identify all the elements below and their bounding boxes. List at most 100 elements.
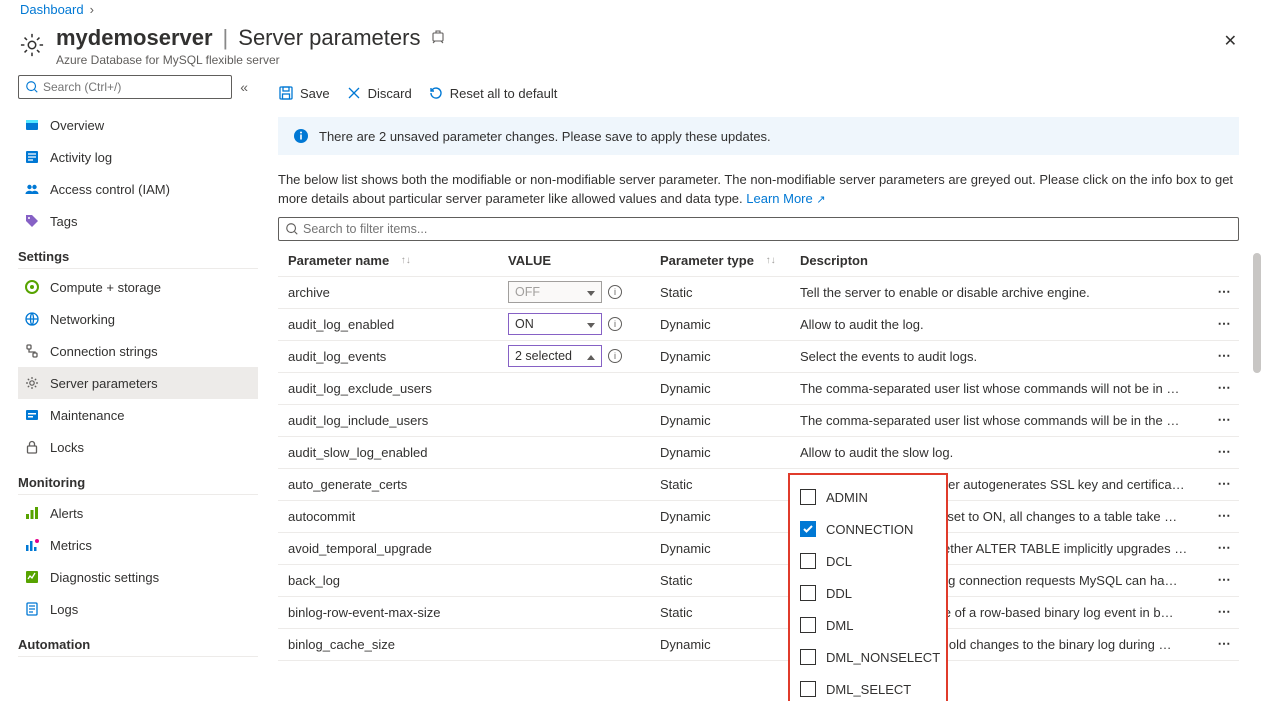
row-actions-button[interactable]: ⋯ bbox=[1209, 316, 1239, 332]
parameter-filter[interactable] bbox=[278, 217, 1239, 241]
param-name: audit_log_exclude_users bbox=[278, 381, 508, 396]
sidebar: « Overview Activity log Access control (IA… bbox=[0, 75, 262, 701]
chevron-down-icon bbox=[587, 317, 595, 331]
sidebar-search-input[interactable] bbox=[43, 80, 225, 94]
row-actions-button[interactable]: ⋯ bbox=[1209, 508, 1239, 524]
value-text[interactable] bbox=[508, 377, 602, 399]
sidebar-item-networking[interactable]: Networking bbox=[18, 303, 258, 335]
toolbar: Save Discard Reset all to default bbox=[278, 75, 1239, 111]
checkbox-icon bbox=[800, 521, 816, 537]
sidebar-item-server-parameters[interactable]: Server parameters bbox=[18, 367, 258, 399]
collapse-sidebar-button[interactable]: « bbox=[240, 79, 248, 95]
nav-section-automation: Automation bbox=[18, 637, 258, 657]
value-text[interactable] bbox=[508, 441, 602, 463]
value-select[interactable]: 2 selected bbox=[508, 345, 602, 367]
checkbox-icon bbox=[800, 617, 816, 633]
dropdown-option-ddl[interactable]: DDL bbox=[796, 577, 940, 609]
info-tooltip-icon[interactable]: i bbox=[608, 317, 622, 331]
table-row: audit_slow_log_enabledDynamicAllow to au… bbox=[278, 437, 1239, 469]
sidebar-item-metrics[interactable]: Metrics bbox=[18, 529, 258, 561]
sidebar-item-access-control-iam-[interactable]: Access control (IAM) bbox=[18, 173, 258, 205]
table-row: binlog-row-event-max-sizeStaticSpecify t… bbox=[278, 597, 1239, 629]
param-name: audit_log_enabled bbox=[278, 317, 508, 332]
sidebar-item-diagnostic-settings[interactable]: Diagnostic settings bbox=[18, 561, 258, 593]
sidebar-item-label: Compute + storage bbox=[50, 280, 161, 295]
sidebar-item-label: Access control (IAM) bbox=[50, 182, 170, 197]
col-header-name[interactable]: Parameter name ↑↓ bbox=[278, 253, 508, 268]
table-header: Parameter name ↑↓ VALUE Parameter type ↑… bbox=[278, 245, 1239, 277]
row-actions-button[interactable]: ⋯ bbox=[1209, 380, 1239, 396]
search-icon bbox=[25, 80, 39, 94]
external-link-icon: ↗ bbox=[816, 194, 825, 206]
dropdown-option-dml_select[interactable]: DML_SELECT bbox=[796, 673, 940, 701]
dropdown-option-dcl[interactable]: DCL bbox=[796, 545, 940, 577]
value-text[interactable] bbox=[508, 505, 602, 527]
info-tooltip-icon[interactable]: i bbox=[608, 285, 622, 299]
dropdown-option-connection[interactable]: CONNECTION bbox=[796, 513, 940, 545]
learn-more-link[interactable]: Learn More ↗ bbox=[746, 191, 825, 206]
param-value-cell: OFFi bbox=[508, 281, 660, 303]
row-actions-button[interactable]: ⋯ bbox=[1209, 444, 1239, 460]
sidebar-item-connection-strings[interactable]: Connection strings bbox=[18, 335, 258, 367]
value-text[interactable] bbox=[508, 569, 602, 591]
checkbox-icon bbox=[800, 585, 816, 601]
sidebar-item-overview[interactable]: Overview bbox=[18, 109, 258, 141]
row-actions-button[interactable]: ⋯ bbox=[1209, 540, 1239, 556]
nav-section-monitoring: Monitoring bbox=[18, 475, 258, 495]
row-actions-button[interactable]: ⋯ bbox=[1209, 348, 1239, 364]
dropdown-option-admin[interactable]: ADMIN bbox=[796, 481, 940, 513]
row-actions-button[interactable]: ⋯ bbox=[1209, 572, 1239, 588]
col-header-desc: Descripton bbox=[800, 253, 1209, 268]
value-text[interactable] bbox=[508, 537, 602, 559]
info-tooltip-icon[interactable]: i bbox=[608, 349, 622, 363]
pin-icon[interactable] bbox=[430, 25, 446, 51]
table-row: audit_log_exclude_usersDynamicThe comma-… bbox=[278, 373, 1239, 405]
param-description: The comma-separated user list whose comm… bbox=[800, 381, 1209, 396]
sidebar-item-label: Networking bbox=[50, 312, 115, 327]
param-value-cell bbox=[508, 505, 660, 527]
scrollbar-thumb[interactable] bbox=[1253, 253, 1261, 373]
sidebar-item-locks[interactable]: Locks bbox=[18, 431, 258, 463]
discard-button[interactable]: Discard bbox=[346, 85, 412, 101]
parameter-filter-input[interactable] bbox=[303, 222, 1232, 236]
sidebar-item-label: Activity log bbox=[50, 150, 112, 165]
col-header-type[interactable]: Parameter type ↑↓ bbox=[660, 253, 800, 268]
networking-icon bbox=[24, 311, 40, 327]
value-select[interactable]: ON bbox=[508, 313, 602, 335]
value-text[interactable] bbox=[508, 633, 602, 655]
row-actions-button[interactable]: ⋯ bbox=[1209, 636, 1239, 652]
sidebar-search[interactable] bbox=[18, 75, 232, 99]
breadcrumb-link-dashboard[interactable]: Dashboard bbox=[20, 2, 84, 17]
save-button[interactable]: Save bbox=[278, 85, 330, 101]
row-actions-button[interactable]: ⋯ bbox=[1209, 284, 1239, 300]
table-row: audit_log_include_usersDynamicThe comma-… bbox=[278, 405, 1239, 437]
sidebar-item-alerts[interactable]: Alerts bbox=[18, 497, 258, 529]
row-actions-button[interactable]: ⋯ bbox=[1209, 412, 1239, 428]
sidebar-item-tags[interactable]: Tags bbox=[18, 205, 258, 237]
reset-all-button[interactable]: Reset all to default bbox=[428, 85, 558, 101]
value-text[interactable] bbox=[508, 601, 602, 623]
close-button[interactable]: ✕ bbox=[1218, 25, 1243, 57]
sidebar-item-maintenance[interactable]: Maintenance bbox=[18, 399, 258, 431]
row-actions-button[interactable]: ⋯ bbox=[1209, 604, 1239, 620]
sort-icon: ↑↓ bbox=[401, 255, 411, 266]
sidebar-item-activity-log[interactable]: Activity log bbox=[18, 141, 258, 173]
param-type: Static bbox=[660, 605, 800, 620]
dropdown-option-dml_nonselect[interactable]: DML_NONSELECT bbox=[796, 641, 940, 673]
sidebar-item-compute-storage[interactable]: Compute + storage bbox=[18, 271, 258, 303]
row-actions-button[interactable]: ⋯ bbox=[1209, 476, 1239, 492]
checkbox-icon bbox=[800, 681, 816, 697]
tag-icon bbox=[24, 213, 40, 229]
dropdown-option-label: DML_SELECT bbox=[826, 682, 911, 697]
page-title: mydemoserver | Server parameters bbox=[56, 25, 1218, 51]
audit-log-events-dropdown[interactable]: ADMINCONNECTIONDCLDDLDMLDML_NONSELECT DML… bbox=[788, 473, 948, 701]
table-row: auto_generate_certsStaticControls whethe… bbox=[278, 469, 1239, 501]
dropdown-option-dml[interactable]: DML bbox=[796, 609, 940, 641]
alerts-icon bbox=[24, 505, 40, 521]
param-description: The comma-separated user list whose comm… bbox=[800, 413, 1209, 428]
gear-icon bbox=[18, 31, 46, 59]
value-text[interactable] bbox=[508, 409, 602, 431]
param-value-cell bbox=[508, 633, 660, 655]
value-text[interactable] bbox=[508, 473, 602, 495]
sidebar-item-logs[interactable]: Logs bbox=[18, 593, 258, 625]
